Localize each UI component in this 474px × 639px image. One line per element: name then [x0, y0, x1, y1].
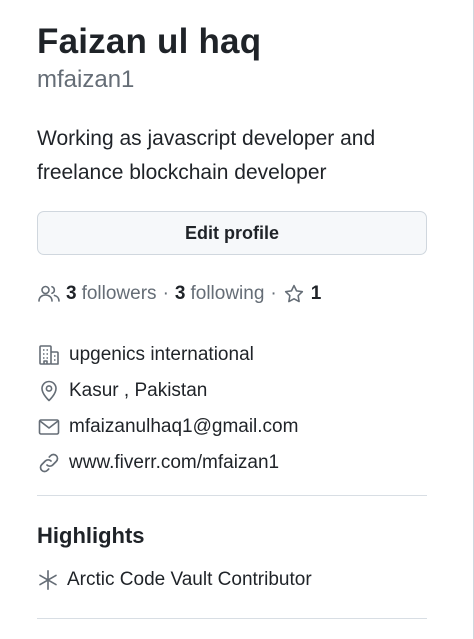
- location-pin-icon: [37, 379, 61, 403]
- profile-bio: Working as javascript developer and free…: [37, 127, 376, 184]
- building-icon: [37, 343, 61, 367]
- website-link[interactable]: www.fiverr.com/mfaizan1: [69, 452, 279, 474]
- followers-label: followers: [81, 283, 157, 304]
- snowflake-icon: [37, 569, 59, 591]
- following-link[interactable]: 3 following: [175, 283, 265, 305]
- follow-stats: 3 followers · 3 following · 1: [37, 280, 326, 308]
- star-icon: [283, 283, 305, 305]
- people-icon: [37, 282, 61, 306]
- profile-details: upgenics international Kasur , Pakistan …: [37, 337, 298, 481]
- following-label: following: [190, 283, 265, 304]
- following-count: 3: [174, 283, 186, 304]
- email-item[interactable]: mfaizanulhaq1@gmail.com: [37, 409, 298, 445]
- website-item[interactable]: www.fiverr.com/mfaizan1: [37, 445, 298, 481]
- separator: ·: [270, 283, 277, 304]
- highlight-label: Arctic Code Vault Contributor: [67, 569, 312, 590]
- highlight-item[interactable]: Arctic Code Vault Contributor: [37, 566, 312, 594]
- stars-count: 1: [310, 283, 322, 304]
- edit-profile-button[interactable]: Edit profile: [37, 211, 427, 255]
- highlights-heading: Highlights: [37, 523, 145, 548]
- company-text: upgenics international: [69, 344, 254, 365]
- followers-count: 3: [66, 283, 77, 304]
- mail-icon: [37, 415, 61, 439]
- location-text: Kasur , Pakistan: [69, 380, 208, 401]
- section-divider: [37, 495, 427, 496]
- profile-username: mfaizan1: [37, 66, 135, 93]
- location-item: Kasur , Pakistan: [37, 373, 298, 409]
- separator: ·: [162, 283, 169, 304]
- section-divider: [37, 618, 427, 619]
- email-link[interactable]: mfaizanulhaq1@gmail.com: [69, 416, 298, 438]
- profile-name: Faizan ul haq: [37, 22, 262, 61]
- stars-link[interactable]: 1: [283, 283, 327, 305]
- link-icon: [37, 451, 61, 475]
- company-item: upgenics international: [37, 337, 298, 373]
- followers-link[interactable]: 3 followers: [37, 282, 157, 306]
